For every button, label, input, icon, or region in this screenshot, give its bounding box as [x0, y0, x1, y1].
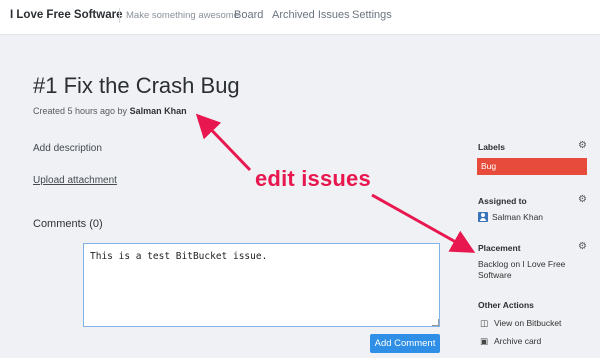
textarea-resize-handle[interactable] — [432, 319, 439, 326]
view-on-bitbucket-label: View on Bitbucket — [494, 318, 562, 328]
issue-created-text: Created 5 hours ago by — [33, 106, 128, 116]
archive-card-label: Archive card — [494, 336, 542, 346]
other-actions-heading: Other Actions — [478, 300, 534, 310]
brand-title[interactable]: I Love Free Software — [10, 9, 122, 21]
annotation-label: edit issues — [255, 166, 371, 191]
issue-meta: Created 5 hours ago by Salman Khan — [33, 106, 187, 116]
placement-value: Backlog on I Love Free Software — [478, 259, 566, 280]
arrow-to-placement — [371, 193, 476, 253]
nav-link-settings[interactable]: Settings — [352, 9, 392, 21]
placement-heading: Placement — [478, 243, 521, 253]
comments-heading: Comments (0) — [33, 218, 103, 230]
assigned-heading: Assigned to — [478, 196, 527, 206]
bitbucket-icon: ◫ — [480, 318, 489, 328]
issue-title[interactable]: #1 Fix the Crash Bug — [33, 73, 240, 99]
nav-link-board[interactable]: Board — [234, 9, 263, 21]
add-description-link[interactable]: Add description — [33, 143, 102, 154]
issue-author: Salman Khan — [129, 106, 187, 116]
placement-gear-icon[interactable]: ⚙ — [578, 241, 587, 252]
archive-icon: ▣ — [480, 336, 489, 346]
label-bug-badge[interactable]: Bug — [477, 158, 587, 175]
labels-gear-icon[interactable]: ⚙ — [578, 140, 587, 151]
user-icon — [478, 212, 488, 222]
view-on-bitbucket-action[interactable]: ◫ View on Bitbucket — [480, 318, 561, 329]
assignee-row[interactable]: Salman Khan — [478, 212, 543, 222]
labels-heading: Labels — [478, 142, 505, 152]
brand-tagline: Make something awesome — [126, 10, 239, 21]
nav-divider — [119, 8, 120, 23]
arrow-to-issue-title — [195, 113, 252, 172]
assigned-gear-icon[interactable]: ⚙ — [578, 194, 587, 205]
nav-link-archived-issues[interactable]: Archived Issues — [272, 9, 350, 21]
comment-input[interactable]: This is a test BitBucket issue. — [83, 243, 440, 327]
top-nav: I Love Free Software Make something awes… — [0, 0, 600, 35]
archive-card-action[interactable]: ▣ Archive card — [480, 336, 541, 347]
upload-attachment-link[interactable]: Upload attachment — [33, 175, 117, 186]
assignee-name: Salman Khan — [492, 212, 544, 222]
add-comment-button[interactable]: Add Comment — [370, 334, 440, 353]
